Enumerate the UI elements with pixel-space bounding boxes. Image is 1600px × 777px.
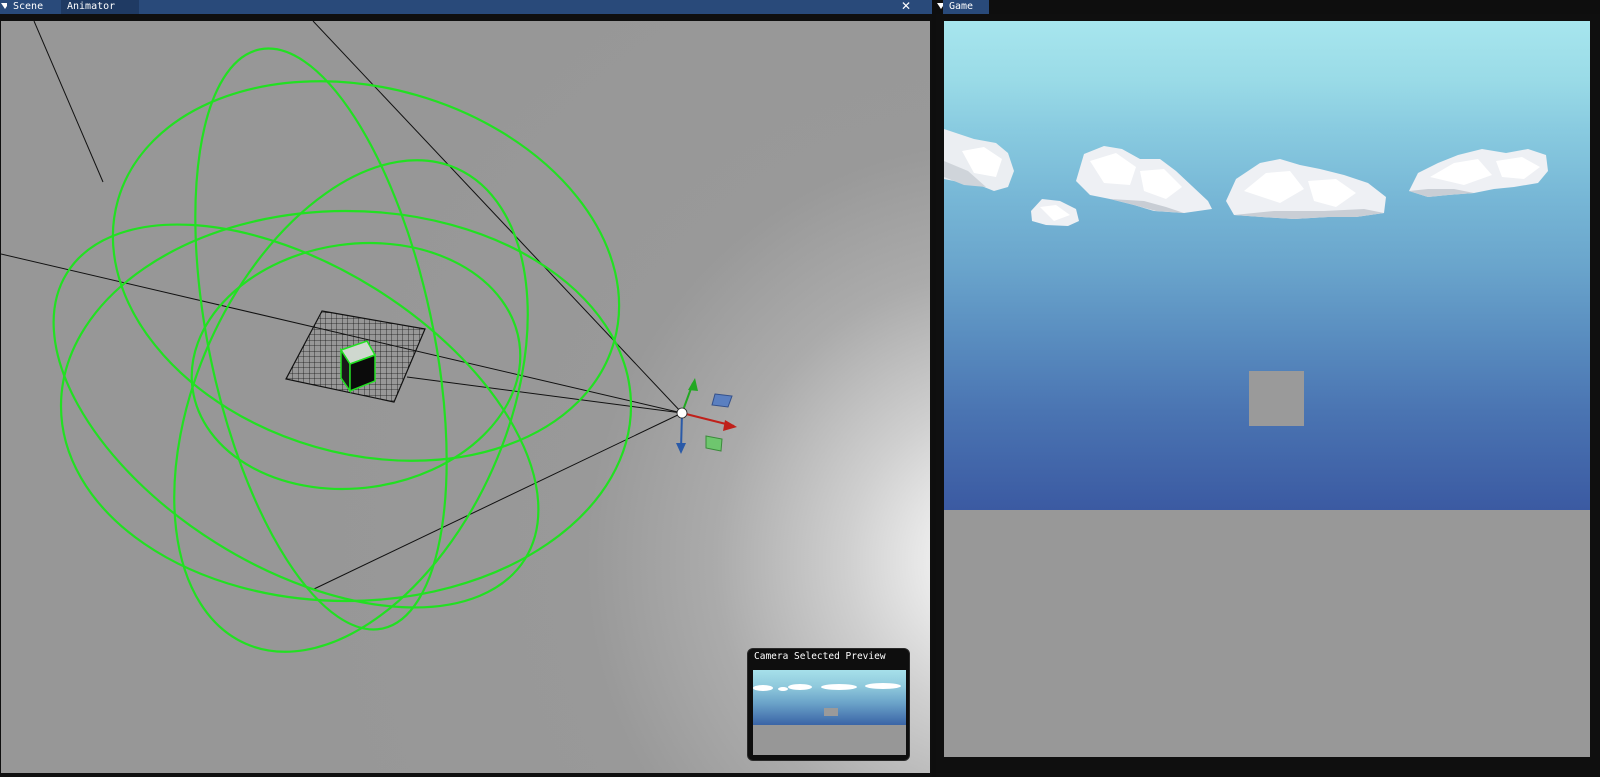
tab-game[interactable]: Game <box>943 0 989 14</box>
editor-root: Scene Animator ✕ Camera Selected Preview… <box>0 0 1600 777</box>
camera-preview-clouds <box>753 683 901 716</box>
game-clouds <box>944 129 1548 226</box>
game-panel: Game <box>936 0 1600 777</box>
tab-scene[interactable]: Scene <box>7 0 65 14</box>
cube-icon[interactable] <box>339 340 377 394</box>
cloud-icon <box>1226 159 1386 219</box>
camera-preview-image <box>753 670 906 755</box>
cloud-icon <box>1076 146 1212 213</box>
game-cube <box>1249 371 1304 426</box>
cloud-icon <box>1031 199 1079 226</box>
tab-animator[interactable]: Animator <box>61 0 139 14</box>
close-icon[interactable]: ✕ <box>900 0 912 13</box>
scene-panel: Scene Animator ✕ Camera Selected Preview <box>0 0 932 777</box>
game-panel-titlebar: Game <box>936 0 1600 14</box>
cloud-icon <box>944 129 1014 191</box>
scene-viewport[interactable]: Camera Selected Preview <box>1 21 930 773</box>
scene-panel-titlebar: Scene Animator ✕ <box>0 0 932 14</box>
cloud-icon <box>1409 149 1548 197</box>
transform-gizmo-icon[interactable] <box>676 378 737 454</box>
camera-preview-window[interactable]: Camera Selected Preview <box>747 648 910 761</box>
game-viewport[interactable] <box>944 21 1590 757</box>
camera-preview-title: Camera Selected Preview <box>754 651 886 662</box>
